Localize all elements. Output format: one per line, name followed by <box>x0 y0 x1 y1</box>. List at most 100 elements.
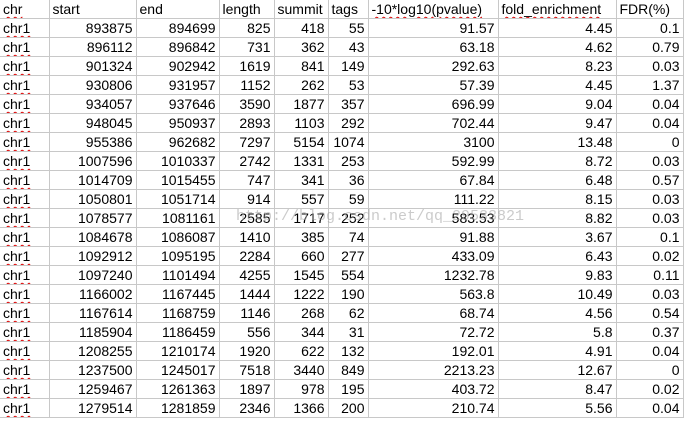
table-cell[interactable]: 357 <box>328 94 369 114</box>
table-cell[interactable]: 72.72 <box>368 322 499 342</box>
table-cell[interactable]: 554 <box>328 265 369 285</box>
table-cell[interactable]: 7518 <box>219 360 275 380</box>
table-cell[interactable]: 1222 <box>274 284 329 304</box>
table-cell[interactable]: 53 <box>328 75 369 95</box>
table-cell[interactable]: chr1 <box>0 132 50 152</box>
table-cell[interactable]: 4255 <box>219 265 275 285</box>
table-cell[interactable]: 934057 <box>49 94 137 114</box>
table-cell[interactable]: 0.02 <box>616 379 684 399</box>
table-cell[interactable]: chr1 <box>0 227 50 247</box>
table-cell[interactable]: 362 <box>274 37 329 57</box>
table-cell[interactable]: 190 <box>328 284 369 304</box>
table-cell[interactable]: 91.88 <box>368 227 499 247</box>
table-cell[interactable]: chr1 <box>0 189 50 209</box>
table-cell[interactable]: 195 <box>328 379 369 399</box>
table-cell[interactable]: 563.8 <box>368 284 499 304</box>
table-cell[interactable]: 0.1 <box>616 227 684 247</box>
table-cell[interactable]: 12.67 <box>498 360 617 380</box>
table-cell[interactable]: 262 <box>274 75 329 95</box>
table-cell[interactable]: 57.39 <box>368 75 499 95</box>
table-cell[interactable]: 91.57 <box>368 18 499 38</box>
table-cell[interactable]: chr1 <box>0 303 50 323</box>
table-cell[interactable]: 622 <box>274 341 329 361</box>
table-cell[interactable]: 914 <box>219 189 275 209</box>
table-cell[interactable]: 10.49 <box>498 284 617 304</box>
table-cell[interactable]: 4.56 <box>498 303 617 323</box>
table-cell[interactable]: 1186459 <box>136 322 220 342</box>
table-cell[interactable]: chr1 <box>0 322 50 342</box>
table-cell[interactable]: 8.82 <box>498 208 617 228</box>
table-cell[interactable]: 292.63 <box>368 56 499 76</box>
table-cell[interactable]: 3440 <box>274 360 329 380</box>
table-cell[interactable]: 9.47 <box>498 113 617 133</box>
table-cell[interactable]: 0.03 <box>616 151 684 171</box>
table-cell[interactable]: 43 <box>328 37 369 57</box>
table-cell[interactable]: 1095195 <box>136 246 220 266</box>
table-cell[interactable]: 1081161 <box>136 208 220 228</box>
table-cell[interactable]: 1097240 <box>49 265 137 285</box>
table-cell[interactable]: 31 <box>328 322 369 342</box>
table-cell[interactable]: chr1 <box>0 341 50 361</box>
table-cell[interactable]: 8.47 <box>498 379 617 399</box>
table-cell[interactable]: 962682 <box>136 132 220 152</box>
header-cell-fdr[interactable]: FDR(%) <box>616 0 684 19</box>
table-cell[interactable]: chr1 <box>0 284 50 304</box>
table-cell[interactable]: 557 <box>274 189 329 209</box>
table-cell[interactable]: 5154 <box>274 132 329 152</box>
table-cell[interactable]: 2893 <box>219 113 275 133</box>
table-cell[interactable]: 13.48 <box>498 132 617 152</box>
table-cell[interactable]: 1237500 <box>49 360 137 380</box>
table-cell[interactable]: 893875 <box>49 18 137 38</box>
table-cell[interactable]: 192.01 <box>368 341 499 361</box>
table-cell[interactable]: 583.53 <box>368 208 499 228</box>
table-cell[interactable]: 4.45 <box>498 18 617 38</box>
table-cell[interactable]: 0 <box>616 132 684 152</box>
table-cell[interactable]: 948045 <box>49 113 137 133</box>
table-cell[interactable]: 950937 <box>136 113 220 133</box>
table-cell[interactable]: 0.04 <box>616 113 684 133</box>
table-cell[interactable]: 277 <box>328 246 369 266</box>
table-cell[interactable]: 7297 <box>219 132 275 152</box>
table-cell[interactable]: 702.44 <box>368 113 499 133</box>
table-cell[interactable]: 0.1 <box>616 18 684 38</box>
table-cell[interactable]: 2585 <box>219 208 275 228</box>
table-cell[interactable]: 931957 <box>136 75 220 95</box>
table-cell[interactable]: chr1 <box>0 398 50 418</box>
table-cell[interactable]: chr1 <box>0 37 50 57</box>
table-cell[interactable]: 8.15 <box>498 189 617 209</box>
table-cell[interactable]: 1078577 <box>49 208 137 228</box>
table-cell[interactable]: 1208255 <box>49 341 137 361</box>
table-cell[interactable]: 4.45 <box>498 75 617 95</box>
table-cell[interactable]: 2284 <box>219 246 275 266</box>
header-cell-chr[interactable]: chr <box>0 0 50 19</box>
table-cell[interactable]: chr1 <box>0 113 50 133</box>
table-cell[interactable]: 9.04 <box>498 94 617 114</box>
table-cell[interactable]: 1167614 <box>49 303 137 323</box>
table-cell[interactable]: 252 <box>328 208 369 228</box>
header-cell-end[interactable]: end <box>136 0 220 19</box>
table-cell[interactable]: 825 <box>219 18 275 38</box>
table-cell[interactable]: 210.74 <box>368 398 499 418</box>
table-cell[interactable]: 1152 <box>219 75 275 95</box>
header-cell-length[interactable]: length <box>219 0 275 19</box>
header-cell-summit[interactable]: summit <box>274 0 329 19</box>
table-cell[interactable]: 74 <box>328 227 369 247</box>
table-cell[interactable]: 67.84 <box>368 170 499 190</box>
table-cell[interactable]: 1050801 <box>49 189 137 209</box>
table-cell[interactable]: 3100 <box>368 132 499 152</box>
table-cell[interactable]: 0.04 <box>616 398 684 418</box>
table-cell[interactable]: 1245017 <box>136 360 220 380</box>
table-cell[interactable]: 1051714 <box>136 189 220 209</box>
table-cell[interactable]: 0 <box>616 360 684 380</box>
table-cell[interactable]: 5.8 <box>498 322 617 342</box>
table-cell[interactable]: 4.91 <box>498 341 617 361</box>
table-cell[interactable]: 1168759 <box>136 303 220 323</box>
table-cell[interactable]: 3590 <box>219 94 275 114</box>
table-cell[interactable]: 2742 <box>219 151 275 171</box>
table-cell[interactable]: 731 <box>219 37 275 57</box>
header-cell-start[interactable]: start <box>49 0 137 19</box>
table-cell[interactable]: 955386 <box>49 132 137 152</box>
table-cell[interactable]: chr1 <box>0 18 50 38</box>
table-cell[interactable]: 0.03 <box>616 284 684 304</box>
table-cell[interactable]: 6.48 <box>498 170 617 190</box>
